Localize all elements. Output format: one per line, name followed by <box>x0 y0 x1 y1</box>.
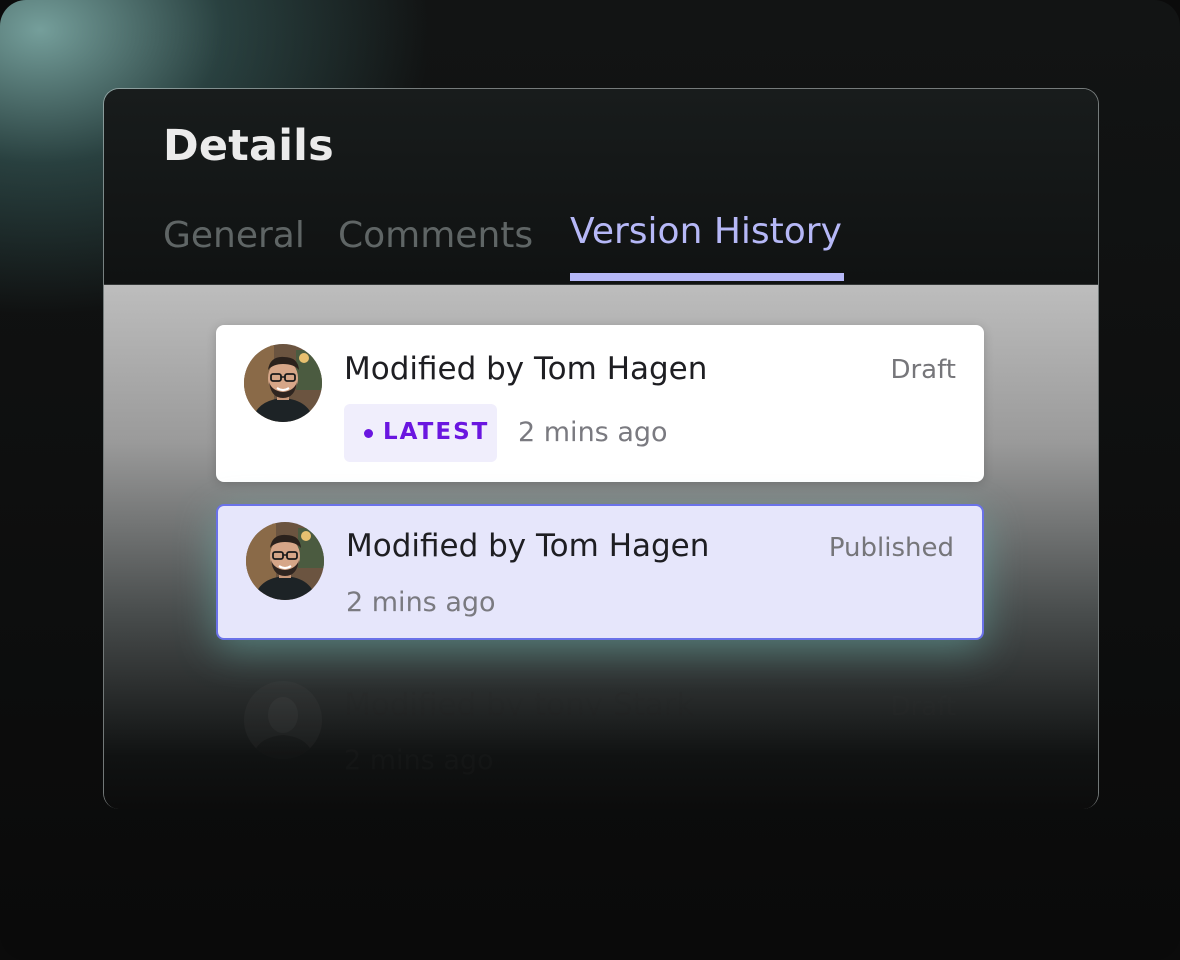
tab-comments[interactable]: Comments <box>338 215 533 256</box>
version-time: 2 mins ago <box>344 745 494 776</box>
tab-general[interactable]: General <box>163 215 305 256</box>
version-time: 2 mins ago <box>346 587 496 618</box>
tab-version-history[interactable]: Version History <box>570 211 842 252</box>
avatar <box>246 522 324 600</box>
dot-icon <box>364 429 373 438</box>
active-tab-indicator <box>570 273 844 281</box>
latest-badge: LATEST <box>344 404 497 462</box>
app-backdrop: Details General Comments Version History <box>0 0 1180 960</box>
version-status: Draft <box>890 355 956 385</box>
panel-title: Details <box>163 121 334 171</box>
version-time: 2 mins ago <box>518 417 668 448</box>
version-card-selected[interactable]: Modified by Tom Hagen Published 2 mins a… <box>216 504 984 640</box>
avatar <box>244 344 322 422</box>
version-card-latest[interactable]: Modified by Tom Hagen Draft LATEST 2 min… <box>216 325 984 482</box>
version-author: Modified by Tom Hagen <box>346 528 710 564</box>
panel-header: Details General Comments Version History <box>104 89 1098 285</box>
badge-label: LATEST <box>383 419 490 445</box>
version-author: Modified by Tom Hagen <box>344 351 708 387</box>
version-status: Published <box>828 533 954 563</box>
version-list: Modified by Tom Hagen Draft LATEST 2 min… <box>104 285 1098 809</box>
version-author: Modified by tony Stark <box>344 687 695 723</box>
version-card-faded[interactable]: Modified by tony Stark Draft 2 mins ago <box>216 665 984 785</box>
details-panel: Details General Comments Version History <box>103 88 1099 809</box>
avatar <box>244 681 322 759</box>
version-status: Draft <box>890 692 956 722</box>
